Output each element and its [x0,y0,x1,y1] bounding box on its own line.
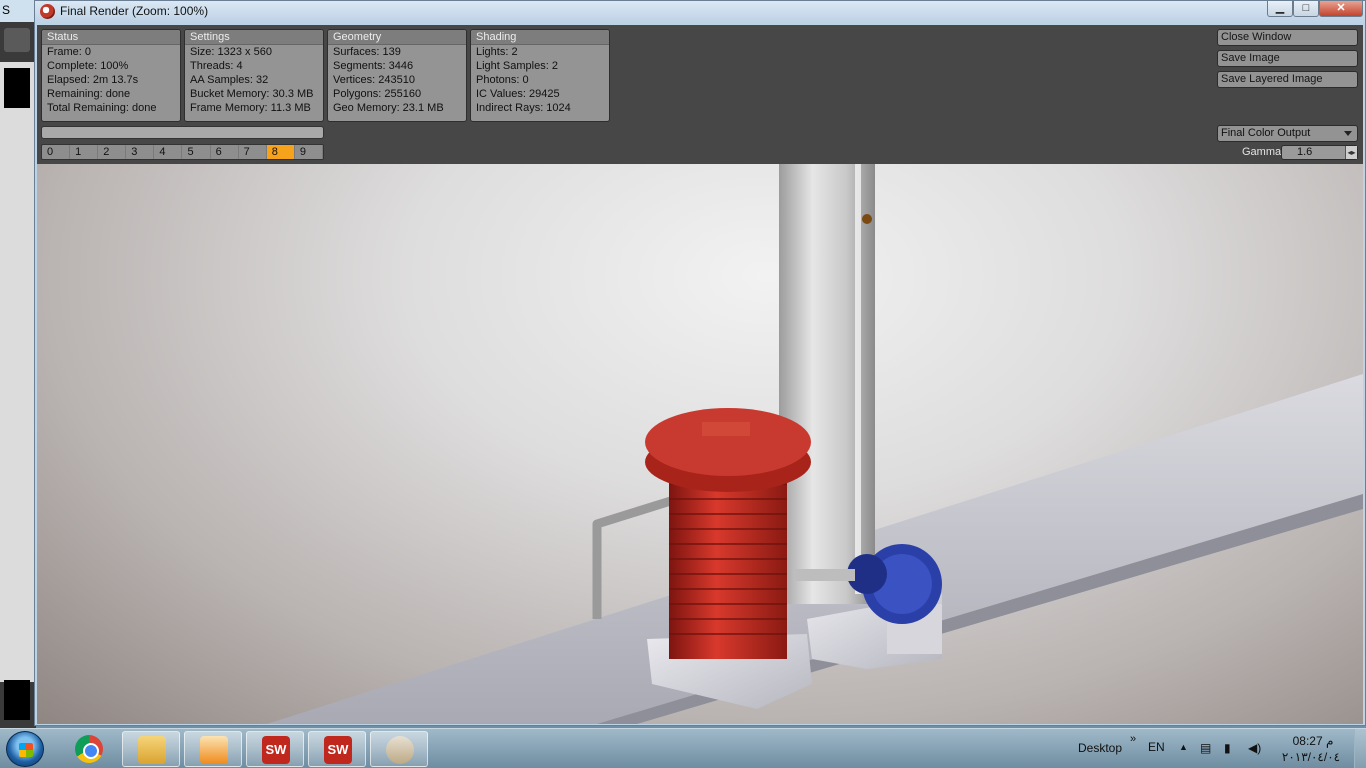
close-window-button[interactable]: Close Window [1217,29,1358,46]
pipe-bug-shape [862,214,872,224]
background-swatch [4,680,30,720]
shaft-shape [795,569,855,581]
settings-aa-samples: AA Samples: 32 [190,74,269,86]
spool-shape [669,464,787,659]
geometry-group: Geometry Surfaces: 139 Segments: 3446 Ve… [327,29,467,122]
geometry-geo-memory: Geo Memory: 23.1 MB [333,102,444,114]
media-player-icon [200,736,228,764]
final-render-window: Final Render (Zoom: 100%) ▁ □ ✕ Status F… [34,0,1366,726]
output-dropdown-value: Final Color Output [1221,127,1311,139]
settings-header: Settings [185,30,323,45]
frame-button-8[interactable]: 8 [266,145,295,159]
geometry-vertices: Vertices: 243510 [333,74,415,86]
shading-photons: Photons: 0 [476,74,529,86]
status-remaining: Remaining: done [47,88,131,100]
rendered-image [267,164,1363,724]
settings-threads: Threads: 4 [190,60,243,72]
windows-logo-icon [19,743,33,757]
frame-button-1[interactable]: 1 [70,145,99,159]
render-progress-bar [41,126,324,139]
geometry-segments: Segments: 3446 [333,60,414,72]
settings-bucket-memory: Bucket Memory: 30.3 MB [190,88,314,100]
network-signal-icon[interactable]: ▮ [1224,741,1238,755]
status-frame: Frame: 0 [47,46,92,58]
taskbar-media-player[interactable] [184,731,242,767]
frame-button-4[interactable]: 4 [154,145,183,159]
desktop-toolbar-label[interactable]: Desktop [1078,741,1122,755]
geometry-polygons: Polygons: 255160 [333,88,422,100]
frame-selector: 0 1 2 3 4 5 6 7 8 9 [41,144,324,160]
shading-light-samples: Light Samples: 2 [476,60,558,72]
window-titlebar[interactable]: Final Render (Zoom: 100%) ▁ □ ✕ [35,1,1365,23]
taskbar: SW SW Desktop » EN ▲ ▤ ▮ ◀) 08:27 م ٢٠١٣… [0,728,1366,768]
output-dropdown[interactable]: Final Color Output [1217,125,1358,142]
volume-icon[interactable]: ◀) [1248,741,1262,755]
shading-indirect-rays: Indirect Rays: 1024 [476,102,571,114]
language-indicator[interactable]: EN [1148,740,1165,754]
status-header: Status [42,30,180,45]
shading-header: Shading [471,30,609,45]
settings-size: Size: 1323 x 560 [190,46,272,58]
shading-lights: Lights: 2 [476,46,518,58]
shading-group: Shading Lights: 2 Light Samples: 2 Photo… [470,29,610,122]
background-window: S [0,0,36,730]
settings-group: Settings Size: 1323 x 560 Threads: 4 AA … [184,29,324,122]
status-elapsed: Elapsed: 2m 13.7s [47,74,139,86]
background-pause-icon [4,28,30,52]
settings-frame-memory: Frame Memory: 11.3 MB [190,102,311,114]
app-logo-icon [40,4,55,19]
window-title: Final Render (Zoom: 100%) [60,4,209,18]
taskbar-paint[interactable] [370,731,428,767]
gamma-input[interactable]: 1.6 ◂▸ [1281,145,1358,160]
gamma-value: 1.6 [1297,146,1313,158]
solidworks-render-icon: SW [324,736,352,764]
clock-date[interactable]: ٢٠١٣/٠٤/٠٤ [1276,750,1346,764]
solidworks-icon: SW [262,736,290,764]
toolbar-chevron-icon[interactable]: » [1130,733,1136,745]
taskbar-chrome[interactable] [60,731,118,767]
gamma-label: Gamma [1242,146,1282,158]
background-swatch [4,68,30,108]
frame-button-5[interactable]: 5 [182,145,211,159]
status-group: Status Frame: 0 Complete: 100% Elapsed: … [41,29,181,122]
frame-button-3[interactable]: 3 [126,145,155,159]
paint-icon [386,736,414,764]
chevron-down-icon [1344,131,1352,136]
geometry-surfaces: Surfaces: 139 [333,46,401,58]
frame-button-6[interactable]: 6 [211,145,239,159]
shading-ic-values: IC Values: 29425 [476,88,560,100]
save-layered-image-button[interactable]: Save Layered Image [1217,71,1358,88]
chrome-icon [75,735,103,763]
action-center-icon[interactable]: ▤ [1200,741,1214,755]
clock-time[interactable]: 08:27 م [1280,734,1346,748]
background-canvas [0,62,36,720]
taskbar-explorer[interactable] [122,731,180,767]
frame-button-2[interactable]: 2 [98,145,127,159]
file-explorer-icon [138,736,166,764]
frame-button-9[interactable]: 9 [295,145,323,159]
geometry-header: Geometry [328,30,466,45]
spool-cap-shape [645,408,811,476]
save-image-button[interactable]: Save Image [1217,50,1358,67]
frame-button-0[interactable]: 0 [42,145,71,159]
pipe-highlight [855,164,861,594]
close-button[interactable]: ✕ [1319,1,1363,17]
start-button[interactable] [6,731,44,767]
gamma-spinner-icon[interactable]: ◂▸ [1345,146,1357,159]
show-hidden-icons-icon[interactable]: ▲ [1179,742,1188,752]
render-info-panel: Status Frame: 0 Complete: 100% Elapsed: … [37,25,1363,164]
taskbar-solidworks-render[interactable]: SW [308,731,366,767]
frame-button-7[interactable]: 7 [239,145,267,159]
taskbar-solidworks[interactable]: SW [246,731,304,767]
render-viewport[interactable] [37,164,1363,724]
maximize-button[interactable]: □ [1293,1,1319,17]
status-total-remaining: Total Remaining: done [47,102,157,114]
show-desktop-button[interactable] [1354,729,1366,768]
minimize-button[interactable]: ▁ [1267,1,1293,17]
background-app-title[interactable]: S [2,3,10,17]
status-complete: Complete: 100% [47,60,129,72]
background-titlebar: S [0,0,36,22]
spool-cap-handle-shape [702,422,750,436]
